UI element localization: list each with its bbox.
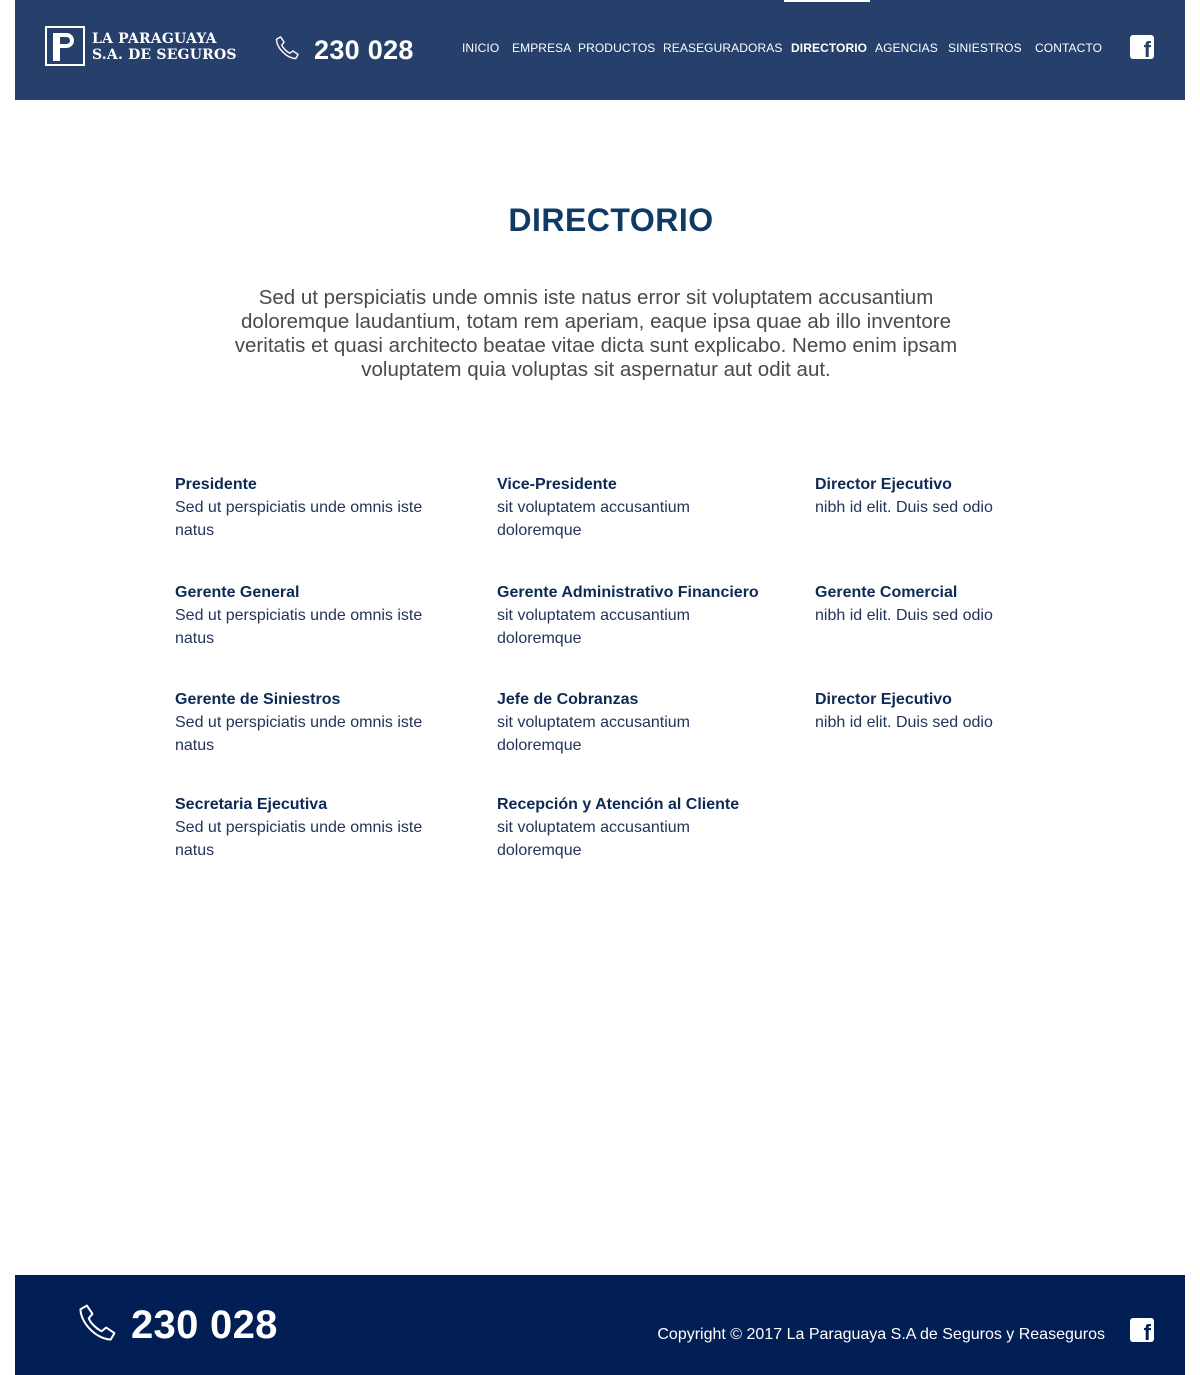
footer-phone-number: 230 028 xyxy=(131,1302,278,1347)
directory-entry: Jefe de Cobranzas sit voluptatem accusan… xyxy=(497,688,787,757)
entry-title: Jefe de Cobranzas xyxy=(497,691,639,708)
entry-desc: sit voluptatem accusantium doloremque xyxy=(497,499,690,539)
nav-directorio[interactable]: DIRECTORIO xyxy=(791,40,867,56)
entry-desc: Sed ut perspiciatis unde omnis iste natu… xyxy=(175,714,423,754)
facebook-icon[interactable]: f xyxy=(1130,1318,1154,1342)
directory-entry: Gerente General Sed ut perspiciatis unde… xyxy=(175,581,465,650)
directory-entry: Gerente Administrativo Financiero sit vo… xyxy=(497,581,787,650)
entry-desc: nibh id elit. Duis sed odio xyxy=(815,607,993,624)
entry-desc: Sed ut perspiciatis unde omnis iste natu… xyxy=(175,819,423,859)
main-nav: INICIO EMPRESA PRODUCTOS REASEGURADORAS … xyxy=(15,0,1185,100)
active-nav-indicator xyxy=(784,0,870,2)
directory-entry: Gerente de Siniestros Sed ut perspiciati… xyxy=(175,688,465,757)
entry-title: Gerente Comercial xyxy=(815,584,958,601)
nav-siniestros[interactable]: SINIESTROS xyxy=(948,40,1022,56)
directory-entry: Director Ejecutivo nibh id elit. Duis se… xyxy=(815,473,1105,519)
directory-entry: Presidente Sed ut perspiciatis unde omni… xyxy=(175,473,465,542)
entry-title: Vice-Presidente xyxy=(497,476,617,493)
entry-desc: Sed ut perspiciatis unde omnis iste natu… xyxy=(175,607,423,647)
directory-entry: Recepción y Atención al Cliente sit volu… xyxy=(497,793,787,862)
entry-desc: Sed ut perspiciatis unde omnis iste natu… xyxy=(175,499,423,539)
entry-desc: sit voluptatem accusantium doloremque xyxy=(497,819,690,859)
nav-agencias[interactable]: AGENCIAS xyxy=(875,40,938,56)
page-title: DIRECTORIO xyxy=(508,202,714,238)
entry-desc: nibh id elit. Duis sed odio xyxy=(815,714,993,731)
directory-entry: Director Ejecutivo nibh id elit. Duis se… xyxy=(815,688,1105,734)
entry-title: Gerente Administrativo Financiero xyxy=(497,584,759,601)
nav-contacto[interactable]: CONTACTO xyxy=(1035,40,1102,56)
footer-phone[interactable]: 230 028 xyxy=(75,1302,278,1347)
entry-desc: sit voluptatem accusantium doloremque xyxy=(497,607,690,647)
nav-inicio[interactable]: INICIO xyxy=(462,40,499,56)
entry-title: Recepción y Atención al Cliente xyxy=(497,796,740,813)
entry-desc: nibh id elit. Duis sed odio xyxy=(815,499,993,516)
directory-entry: Vice-Presidente sit voluptatem accusanti… xyxy=(497,473,787,542)
site-footer: 230 028 Copyright © 2017 La Paraguaya S.… xyxy=(15,1275,1185,1375)
directory-entry: Secretaria Ejecutiva Sed ut perspiciatis… xyxy=(175,793,465,862)
entry-title: Secretaria Ejecutiva xyxy=(175,796,328,813)
facebook-icon[interactable]: f xyxy=(1130,35,1154,59)
directory-entry: Gerente Comercial nibh id elit. Duis sed… xyxy=(815,581,1105,627)
entry-title: Gerente de Siniestros xyxy=(175,691,341,708)
entry-title: Presidente xyxy=(175,476,257,493)
nav-productos[interactable]: PRODUCTOS xyxy=(578,40,655,56)
nav-reaseguradoras[interactable]: REASEGURADORAS xyxy=(663,40,782,56)
entry-title: Gerente General xyxy=(175,584,300,601)
intro-text: Sed ut perspiciatis unde omnis iste natu… xyxy=(234,286,958,381)
site-header: LA PARAGUAYA S.A. DE SEGUROS 230 028 INI… xyxy=(15,0,1185,100)
entry-title: Director Ejecutivo xyxy=(815,691,952,708)
entry-desc: sit voluptatem accusantium doloremque xyxy=(497,714,690,754)
copyright-text: Copyright © 2017 La Paraguaya S.A de Seg… xyxy=(657,1326,1105,1343)
entry-title: Director Ejecutivo xyxy=(815,476,952,493)
phone-icon xyxy=(75,1301,119,1350)
nav-empresa[interactable]: EMPRESA xyxy=(512,40,571,56)
